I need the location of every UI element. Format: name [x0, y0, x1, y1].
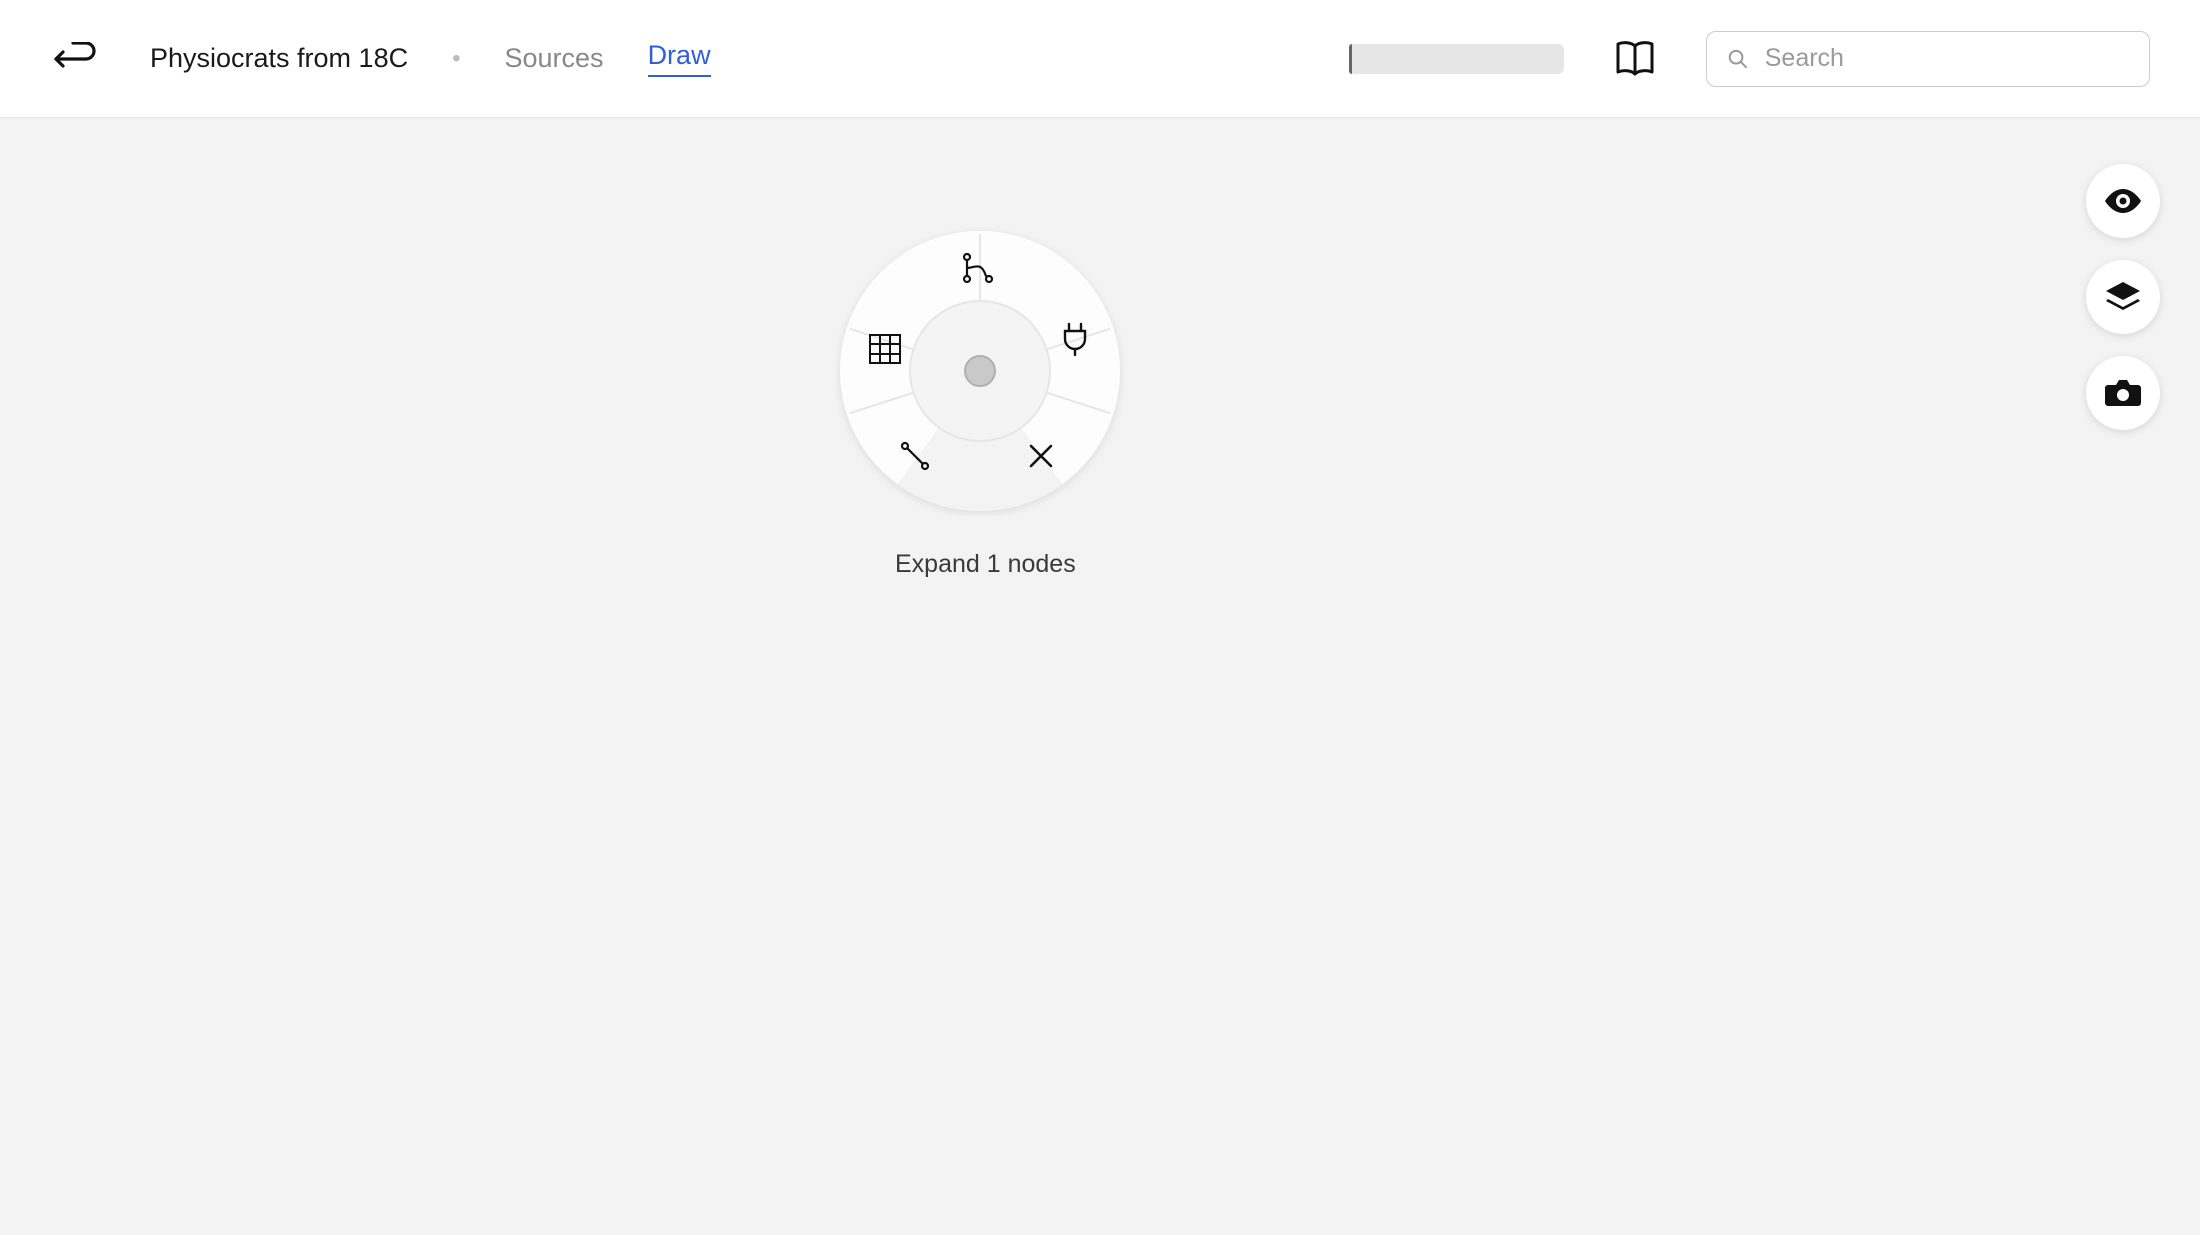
page-title: Physiocrats from 18C	[150, 43, 408, 74]
canvas[interactable]: Expand 1 nodes	[0, 118, 2200, 1235]
radial-item-plugin[interactable]	[1056, 320, 1094, 358]
fab-layers[interactable]	[2086, 260, 2160, 334]
back-arrow-icon	[53, 42, 97, 76]
search-input[interactable]	[1765, 44, 2129, 73]
table-icon	[869, 334, 901, 364]
search-field[interactable]	[1706, 31, 2150, 87]
progress-indicator	[1349, 44, 1564, 74]
book-open-icon	[1614, 40, 1656, 78]
tab-draw[interactable]: Draw	[648, 40, 711, 77]
radial-item-close[interactable]	[1022, 437, 1060, 475]
search-icon	[1727, 47, 1749, 71]
right-tool-stack	[2086, 164, 2160, 430]
radial-item-table[interactable]	[866, 330, 904, 368]
fab-snapshot[interactable]	[2086, 356, 2160, 430]
fab-visibility[interactable]	[2086, 164, 2160, 238]
plug-icon	[1060, 321, 1090, 357]
back-button[interactable]	[50, 34, 100, 84]
progress-fill	[1349, 44, 1352, 74]
radial-caption: Expand 1 nodes	[895, 550, 1076, 579]
camera-icon	[2104, 377, 2142, 409]
connect-icon	[899, 440, 931, 472]
tab-sources[interactable]: Sources	[505, 43, 604, 74]
top-bar: Physiocrats from 18C • Sources Draw	[0, 0, 2200, 118]
radial-item-branch[interactable]	[959, 249, 997, 287]
eye-icon	[2103, 186, 2143, 216]
close-icon	[1027, 442, 1055, 470]
radial-center-node[interactable]	[964, 355, 996, 387]
dot-separator: •	[452, 45, 460, 73]
book-button[interactable]	[1614, 38, 1656, 80]
radial-item-connect[interactable]	[896, 437, 934, 475]
branch-icon	[961, 251, 995, 285]
radial-menu	[835, 226, 1125, 516]
layers-icon	[2104, 280, 2142, 314]
